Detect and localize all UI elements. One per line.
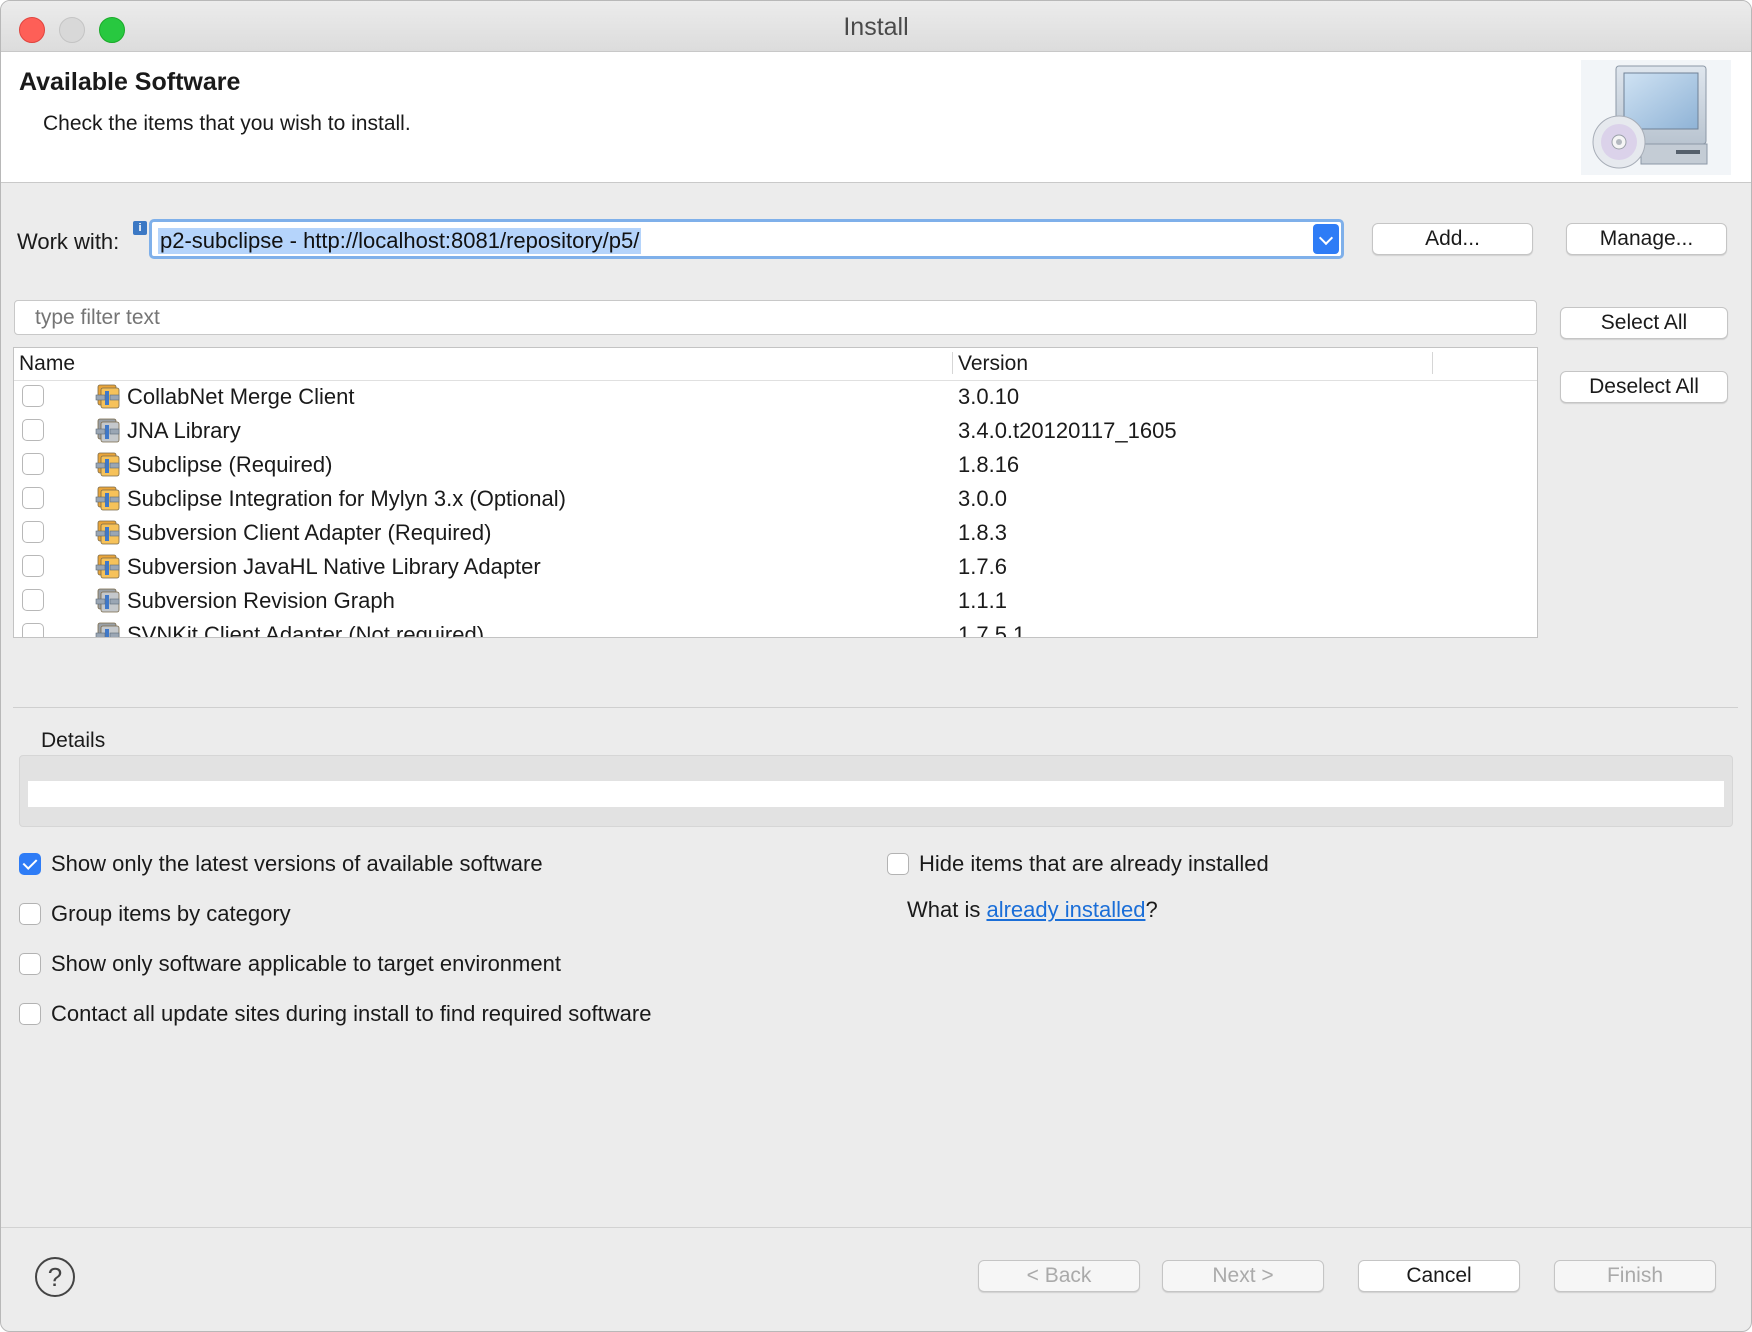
footer-divider (1, 1227, 1751, 1228)
checkbox-group-by-category[interactable] (19, 903, 41, 925)
software-table[interactable]: Name Version CollabNet Merge Client 3.0.1… (13, 347, 1538, 638)
row-version: 1.8.3 (958, 520, 1007, 545)
row-version: 3.0.10 (958, 384, 1020, 409)
next-button[interactable]: Next > (1162, 1260, 1324, 1292)
window-title: Install (843, 13, 909, 41)
page-title: Available Software (19, 68, 241, 96)
table-row[interactable]: SVNKit Client Adapter (Not required) 1.7.… (14, 618, 1537, 638)
feature-orange-icon (95, 554, 120, 579)
row-name: Subclipse Integration for Mylyn 3.x (Opt… (127, 486, 566, 511)
feature-orange-icon (95, 520, 120, 545)
work-with-label: Work with: (17, 229, 120, 254)
back-button[interactable]: < Back (978, 1260, 1140, 1292)
row-checkbox[interactable] (22, 521, 44, 543)
option-contact-update-sites[interactable]: Contact all update sites during install … (19, 1001, 651, 1027)
work-with-combobox[interactable]: p2-subclipse - http://localhost:8081/rep… (149, 219, 1344, 259)
row-checkbox[interactable] (22, 453, 44, 475)
manage-sites-button[interactable]: Manage... (1566, 223, 1727, 255)
option-latest-versions[interactable]: Show only the latest versions of availab… (19, 851, 543, 877)
table-row[interactable]: CollabNet Merge Client 3.0.10 (14, 380, 1537, 414)
checkbox-target-environment[interactable] (19, 953, 41, 975)
what-is-suffix: ? (1145, 897, 1158, 922)
option-label: Group items by category (51, 901, 291, 926)
finish-button[interactable]: Finish (1554, 1260, 1716, 1292)
row-version: 1.7.5.1 (958, 622, 1026, 638)
what-is-prefix: What is (907, 897, 987, 922)
table-row[interactable]: Subclipse (Required) 1.8.16 (14, 448, 1537, 482)
table-header: Name Version (14, 348, 1537, 381)
row-name: CollabNet Merge Client (127, 384, 355, 409)
column-divider (952, 352, 953, 374)
feature-gray-icon (95, 622, 120, 637)
already-installed-link[interactable]: already installed (986, 897, 1145, 922)
row-name: Subversion Revision Graph (127, 588, 395, 613)
option-label: Show only the latest versions of availab… (51, 851, 543, 876)
details-label: Details (41, 729, 106, 752)
table-row[interactable]: Subclipse Integration for Mylyn 3.x (Opt… (14, 482, 1537, 516)
row-checkbox[interactable] (22, 623, 44, 637)
feature-gray-icon (95, 588, 120, 613)
help-icon[interactable]: ? (35, 1257, 75, 1297)
info-icon: i (133, 221, 147, 235)
cancel-button[interactable]: Cancel (1358, 1260, 1520, 1292)
feature-orange-icon (95, 452, 120, 477)
deselect-all-button[interactable]: Deselect All (1560, 371, 1728, 403)
row-version: 1.1.1 (958, 588, 1007, 613)
feature-orange-icon (95, 486, 120, 511)
checkbox-hide-installed[interactable] (887, 853, 909, 875)
row-checkbox[interactable] (22, 385, 44, 407)
select-all-button[interactable]: Select All (1560, 307, 1728, 339)
option-hide-installed[interactable]: Hide items that are already installed (887, 851, 1269, 877)
row-version: 1.8.16 (958, 452, 1020, 477)
add-site-button[interactable]: Add... (1372, 223, 1533, 255)
chevron-down-icon[interactable] (1313, 224, 1339, 254)
row-name: Subversion Client Adapter (Required) (127, 520, 492, 545)
row-version: 3.0.0 (958, 486, 1007, 511)
page-description: Check the items that you wish to install… (43, 112, 411, 135)
column-header-version[interactable]: Version (958, 352, 1028, 376)
column-divider (1432, 352, 1433, 374)
row-version: 1.7.6 (958, 554, 1007, 579)
feature-gray-icon (95, 418, 120, 443)
row-checkbox[interactable] (22, 419, 44, 441)
column-header-name[interactable]: Name (19, 352, 75, 376)
table-row[interactable]: Subversion Revision Graph 1.1.1 (14, 584, 1537, 618)
option-label: Contact all update sites during install … (51, 1001, 652, 1026)
checkbox-contact-update-sites[interactable] (19, 1003, 41, 1025)
row-checkbox[interactable] (22, 487, 44, 509)
row-name: JNA Library (127, 418, 241, 443)
option-label: Hide items that are already installed (919, 851, 1269, 876)
option-label: Show only software applicable to target … (51, 951, 561, 976)
row-checkbox[interactable] (22, 589, 44, 611)
details-panel (19, 755, 1733, 827)
work-with-value[interactable]: p2-subclipse - http://localhost:8081/rep… (158, 228, 642, 254)
install-wizard-icon (1581, 60, 1731, 175)
row-checkbox[interactable] (22, 555, 44, 577)
title-bar: Install (1, 1, 1751, 52)
what-is-installed-text: What is already installed? (907, 897, 1158, 923)
row-name: SVNKit Client Adapter (Not required) (127, 622, 485, 638)
option-target-environment[interactable]: Show only software applicable to target … (19, 951, 561, 977)
table-row[interactable]: Subversion JavaHL Native Library Adapter… (14, 550, 1537, 584)
option-group-by-category[interactable]: Group items by category (19, 901, 291, 927)
row-name: Subversion JavaHL Native Library Adapter (127, 554, 541, 579)
checkbox-latest-versions[interactable] (19, 853, 41, 875)
filter-input[interactable] (14, 300, 1537, 335)
header-banner: Available Software Check the items that … (1, 52, 1751, 183)
table-row[interactable]: Subversion Client Adapter (Required) 1.8.… (14, 516, 1537, 550)
row-name: Subclipse (Required) (127, 452, 333, 477)
divider (13, 707, 1738, 708)
install-window: Install Available Software Check the ite… (0, 0, 1752, 1332)
details-text (28, 781, 1724, 807)
row-version: 3.4.0.t20120117_1605 (958, 418, 1177, 443)
feature-orange-icon (95, 384, 120, 409)
table-row[interactable]: JNA Library 3.4.0.t20120117_1605 (14, 414, 1537, 448)
